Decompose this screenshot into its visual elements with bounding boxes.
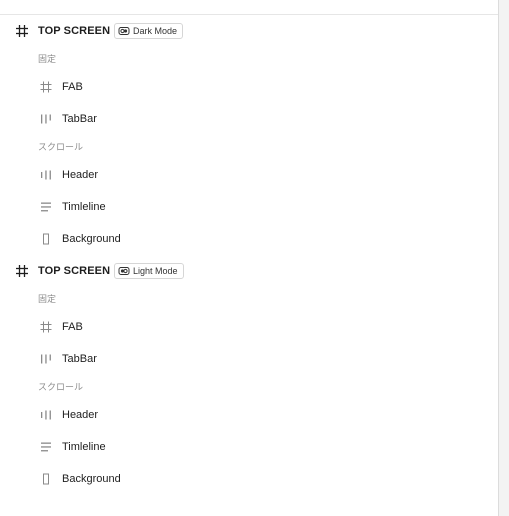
layer-row-fab[interactable]: FAB bbox=[0, 71, 498, 103]
layer-label: Timleline bbox=[62, 441, 106, 453]
layer-row-timeline[interactable]: Timleline bbox=[0, 431, 498, 463]
columns-icon bbox=[41, 354, 51, 364]
section-label-fixed: 固定 bbox=[38, 294, 57, 304]
rows-icon bbox=[41, 202, 51, 212]
layer-label: Background bbox=[62, 233, 121, 245]
rows-icon bbox=[41, 442, 51, 452]
section-label-fixed: 固定 bbox=[38, 54, 57, 64]
layer-label: Header bbox=[62, 169, 99, 181]
frame-title: TOP SCREEN bbox=[38, 265, 111, 277]
variable-mode-icon bbox=[118, 267, 130, 275]
layers-panel: TOP SCREEN Dark Mode 固定 FAB TabBar スクロール… bbox=[0, 0, 509, 516]
layer-row-fab[interactable]: FAB bbox=[0, 311, 498, 343]
layer-row-header[interactable]: Header bbox=[0, 399, 498, 431]
frame-header[interactable]: TOP SCREEN Light Mode bbox=[0, 255, 498, 287]
columns-icon bbox=[41, 170, 51, 180]
layer-label: FAB bbox=[62, 321, 83, 333]
section-label-scroll: スクロール bbox=[38, 142, 84, 152]
columns-icon bbox=[41, 114, 51, 124]
mode-label: Dark Mode bbox=[133, 26, 178, 36]
columns-icon bbox=[41, 410, 51, 420]
layer-row-background[interactable]: Background bbox=[0, 463, 498, 495]
layer-label: Background bbox=[62, 473, 121, 485]
layer-label: TabBar bbox=[62, 113, 97, 125]
mode-badge[interactable]: Light Mode bbox=[114, 263, 184, 279]
frame-header[interactable]: TOP SCREEN Dark Mode bbox=[0, 15, 498, 47]
frame-hash-icon bbox=[40, 321, 52, 333]
layer-row-timeline[interactable]: Timleline bbox=[0, 191, 498, 223]
mode-badge[interactable]: Dark Mode bbox=[114, 23, 184, 39]
scrollbar[interactable] bbox=[498, 0, 509, 516]
layer-row-background[interactable]: Background bbox=[0, 223, 498, 255]
frame-hash-icon bbox=[16, 25, 28, 37]
frame-hash-icon bbox=[40, 81, 52, 93]
frame-hash-icon bbox=[16, 265, 28, 277]
layer-label: Header bbox=[62, 409, 99, 421]
frame-title: TOP SCREEN bbox=[38, 25, 111, 37]
layer-row-tabbar[interactable]: TabBar bbox=[0, 103, 498, 135]
layer-label: Timleline bbox=[62, 201, 106, 213]
variable-mode-icon bbox=[118, 27, 130, 35]
layer-row-tabbar[interactable]: TabBar bbox=[0, 343, 498, 375]
layer-label: FAB bbox=[62, 81, 83, 93]
layer-label: TabBar bbox=[62, 353, 97, 365]
mode-label: Light Mode bbox=[133, 266, 178, 276]
rectangle-icon bbox=[43, 233, 49, 245]
layer-row-header[interactable]: Header bbox=[0, 159, 498, 191]
section-label-scroll: スクロール bbox=[38, 382, 84, 392]
rectangle-icon bbox=[43, 473, 49, 485]
